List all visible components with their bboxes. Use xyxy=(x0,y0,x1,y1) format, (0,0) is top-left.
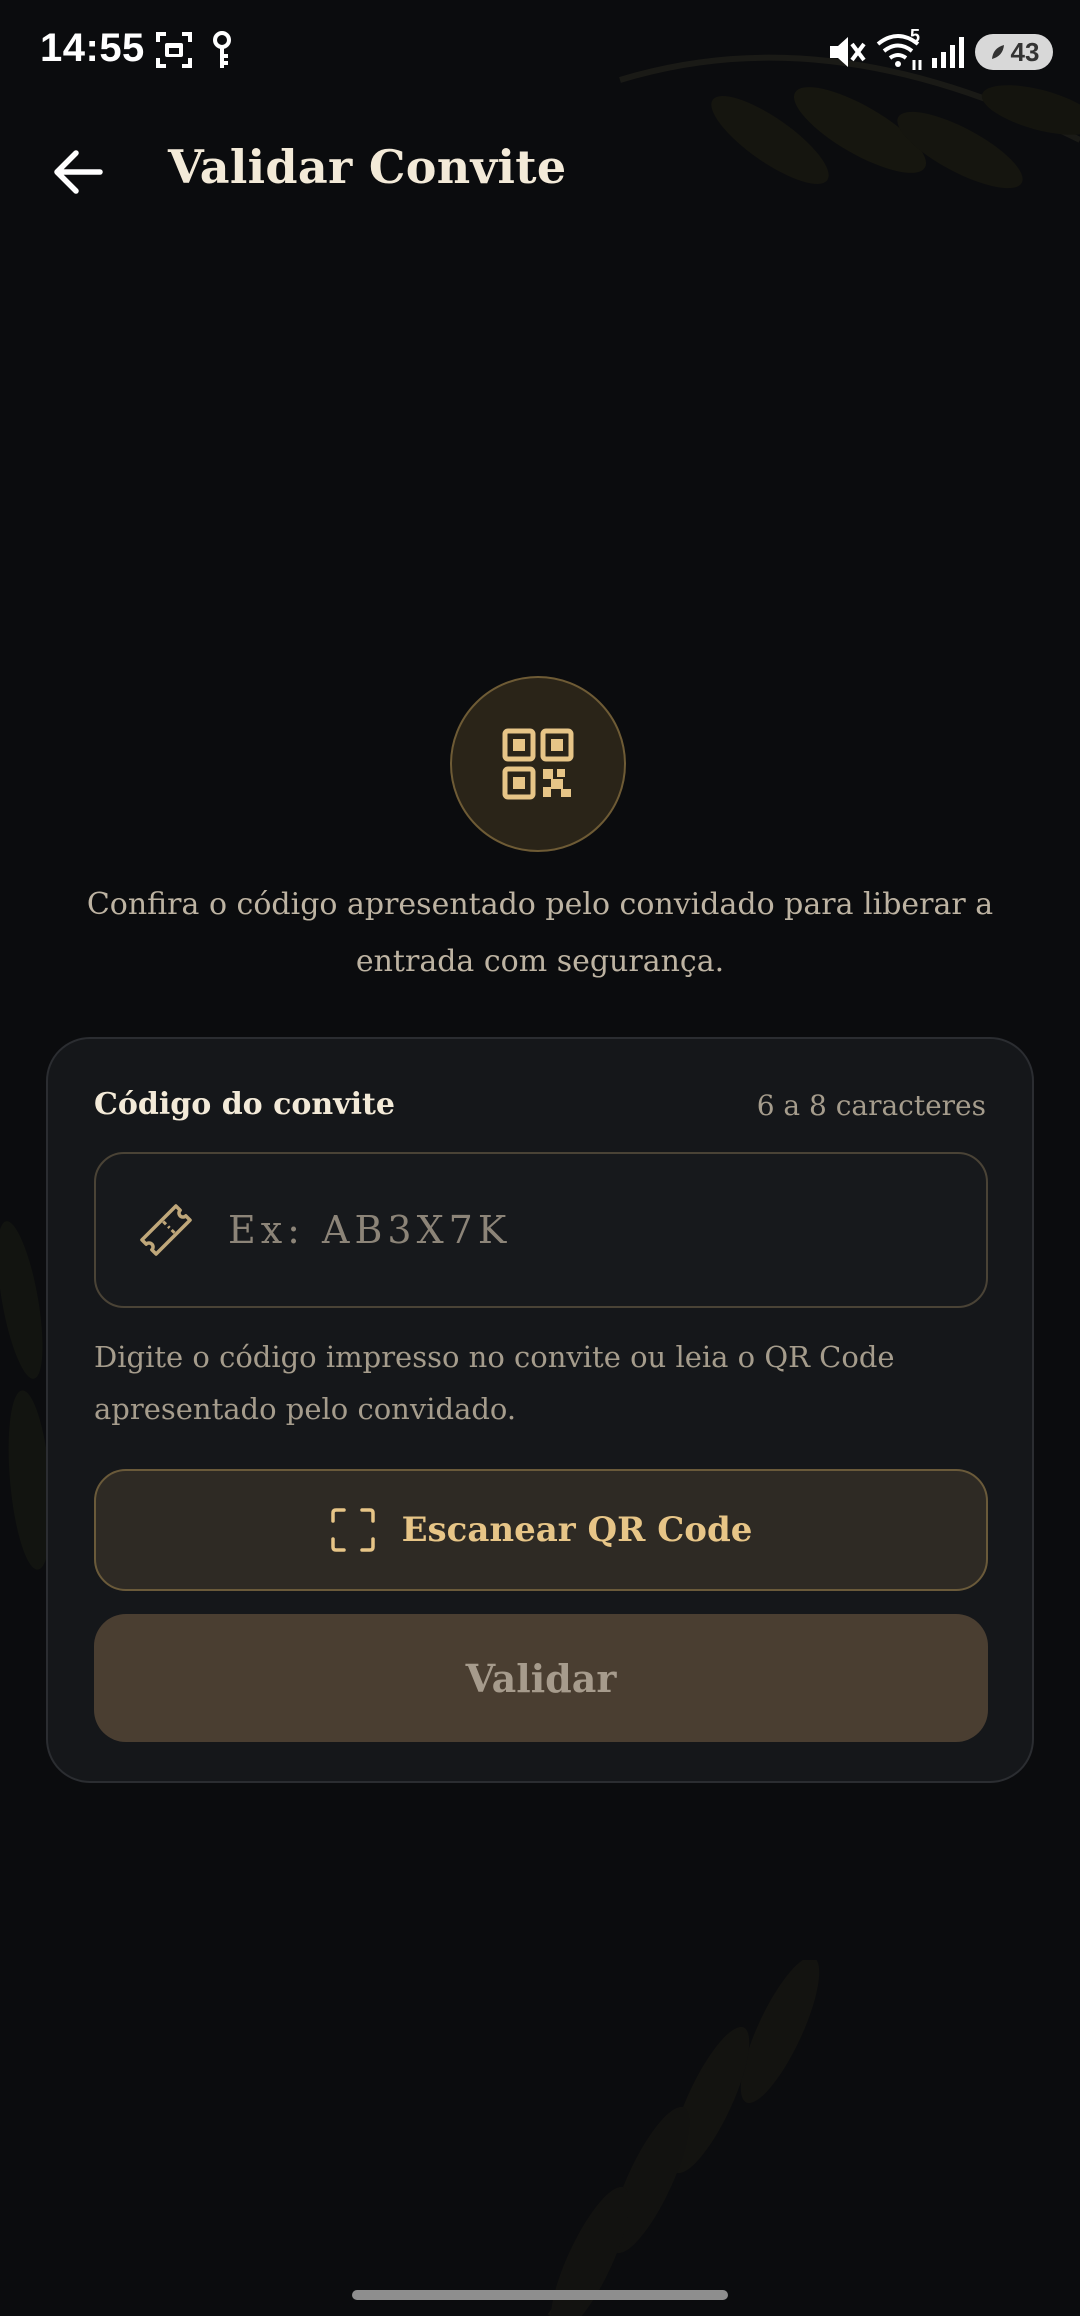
scan-frame-icon xyxy=(330,1508,375,1552)
signal-icon xyxy=(930,34,966,74)
qr-code-icon xyxy=(502,728,574,800)
qr-badge xyxy=(450,676,626,852)
home-indicator[interactable] xyxy=(352,2290,728,2300)
network-label: 5 xyxy=(910,26,921,46)
arrow-left-icon xyxy=(54,150,103,194)
leaf-decoration-bottom xyxy=(547,1960,820,2316)
battery-icon: 43 xyxy=(975,34,1053,70)
back-button[interactable] xyxy=(40,134,116,210)
key-icon xyxy=(208,30,236,76)
status-time: 14:55 xyxy=(40,26,145,70)
validate-button[interactable]: Validar xyxy=(94,1614,988,1742)
mute-icon xyxy=(826,34,866,74)
code-input[interactable] xyxy=(226,1194,930,1266)
battery-level: 43 xyxy=(1010,36,1040,67)
validate-button-label: Validar xyxy=(465,1655,617,1701)
status-bar: 14:55 5 43 xyxy=(0,0,1080,104)
screenshot-icon xyxy=(154,30,194,74)
code-field[interactable] xyxy=(94,1152,988,1308)
helper-text: Digite o código impresso no convite ou l… xyxy=(94,1340,895,1426)
code-label: Código do convite xyxy=(94,1087,395,1122)
scan-qr-button[interactable]: Escanear QR Code xyxy=(94,1469,988,1591)
intro-description: Confira o código apresentado pelo convid… xyxy=(86,887,994,979)
scan-button-label: Escanear QR Code xyxy=(401,1510,753,1550)
page-title: Validar Convite xyxy=(168,140,567,194)
ticket-icon xyxy=(136,1200,196,1260)
wifi-icon: 5 xyxy=(874,26,928,76)
invite-code-card: Código do convite 6 a 8 caracteres Digit… xyxy=(46,1037,1034,1783)
code-length-hint: 6 a 8 caracteres xyxy=(756,1089,986,1122)
